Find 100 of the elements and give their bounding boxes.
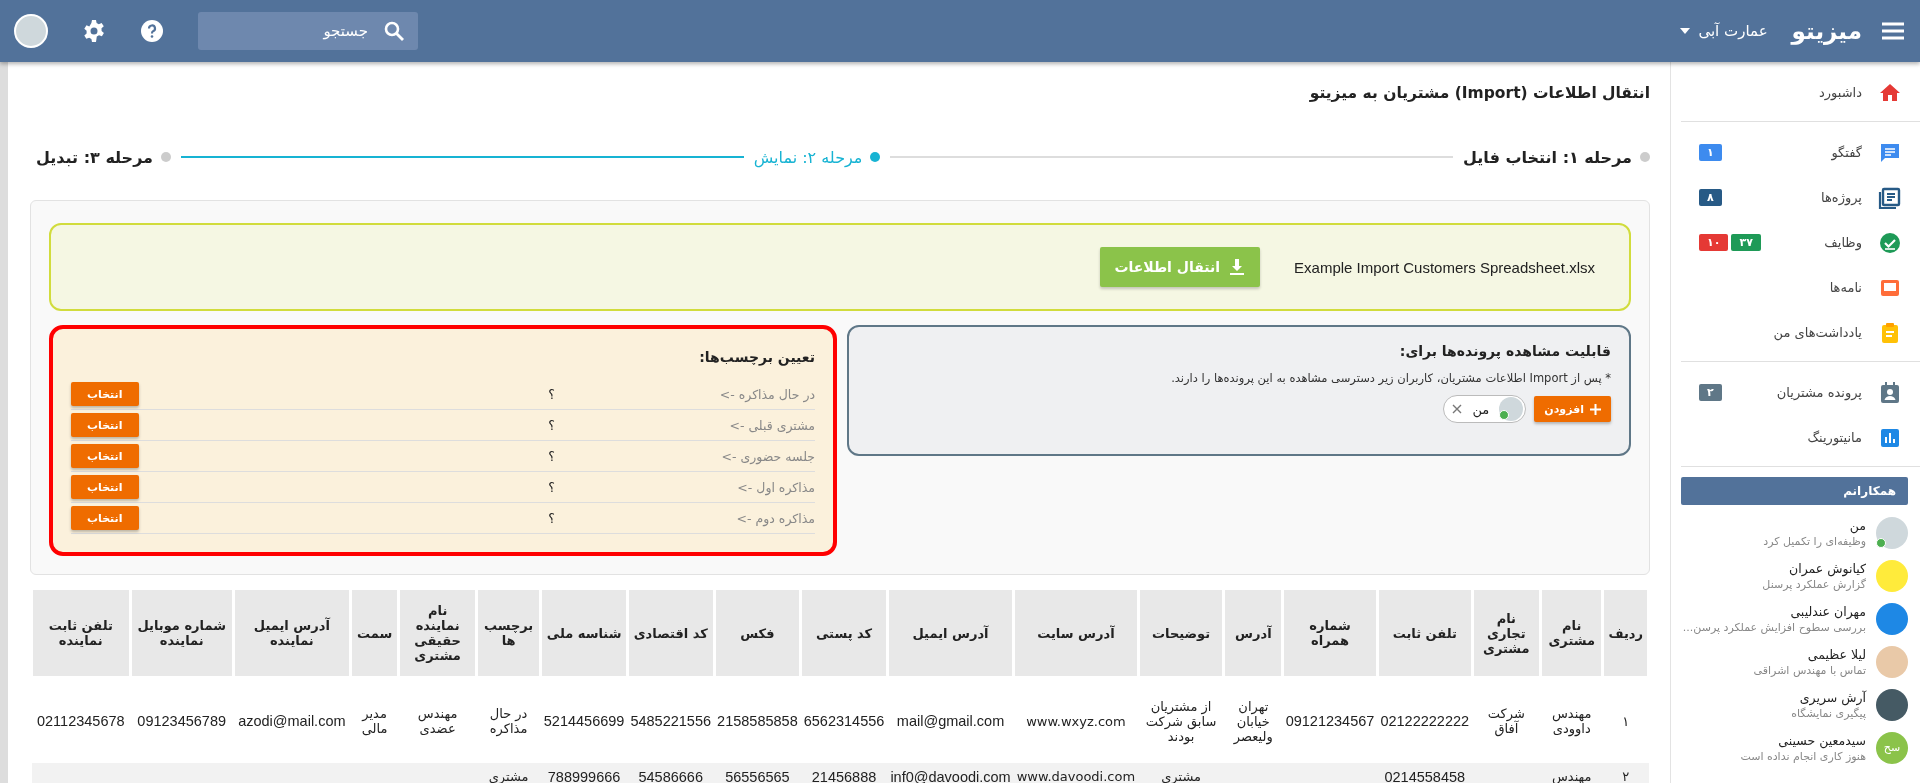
panel-title: تعیین برچسب‌ها:: [698, 349, 815, 365]
count-badge: ۳۷: [1731, 234, 1761, 251]
avatar: [1876, 645, 1908, 678]
user-chip[interactable]: من: [1443, 395, 1527, 423]
count-badge: ۲: [1699, 384, 1722, 401]
column-header: فکس: [714, 588, 801, 678]
table-cell: 02112345678: [36, 713, 125, 729]
avatar: [1876, 559, 1908, 592]
count-badge: ۱: [1699, 144, 1722, 161]
organization-dropdown[interactable]: عمارت آبی: [1674, 21, 1774, 41]
tag-value: ؟: [547, 417, 555, 433]
tag-value: ؟: [547, 448, 555, 464]
table-cell: مهندس داوودی: [1551, 706, 1592, 736]
colleague-item[interactable]: من وظیفه‌ای را تکمیل کرد: [1671, 511, 1920, 554]
column-header: تلفن ثابت نماینده: [31, 588, 131, 678]
settings-icon[interactable]: [82, 19, 106, 43]
column-header: آدرس سایت: [1013, 588, 1139, 678]
tag-label: مذاکره اول ->: [736, 479, 815, 495]
column-header: کد پستی: [800, 588, 888, 678]
table-cell: تهران خیابان ولیعصر: [1233, 698, 1273, 744]
sidebar-item[interactable]: وظایف ۳۷ ۱۰: [1693, 220, 1908, 265]
wizard-step: مرحله ۳: تبدیل: [36, 147, 171, 167]
section-header: همکارانم: [1681, 477, 1908, 505]
tag-label: در حال مذاکره ->: [718, 386, 815, 402]
download-icon: [1228, 258, 1247, 276]
table-cell: 09123456789: [137, 713, 227, 729]
menu-icon[interactable]: [1880, 20, 1906, 42]
table-cell: شرکت آفاق: [1487, 706, 1525, 736]
app-logo[interactable]: میزیتو: [1791, 18, 1862, 44]
table-cell: از مشتریان سابق شرکت بودند: [1145, 698, 1217, 744]
sidebar-item[interactable]: یادداشت‌های من: [1693, 310, 1908, 355]
table-cell: 5485221556: [630, 713, 712, 729]
sidebar-item[interactable]: گفتگو ۱: [1693, 130, 1908, 175]
sidebar-item[interactable]: پروژه‌ها ۸: [1693, 175, 1908, 220]
page-title: انتقال اطلاعات (Import) مشتریان به میزیتو: [1308, 83, 1650, 104]
table-cell: 788999666: [547, 769, 621, 783]
table-cell: 56556565: [725, 769, 790, 783]
table-cell: ۲: [1622, 769, 1630, 783]
column-header: سمت: [350, 588, 399, 678]
panel-note: * پس از Import اطلاعات مشتریان، کاربران زیر دسترسی مشاهده به این پرونده‌ها را دارند.: [1170, 371, 1611, 385]
tag-value: ؟: [547, 386, 555, 402]
column-header: ردیف: [1602, 588, 1649, 678]
plus-icon: [1590, 403, 1601, 415]
file-name: Example Import Customers Spreadsheet.xlsx: [1294, 258, 1595, 276]
table-cell: 54586666: [638, 769, 703, 783]
column-header: آدرس: [1224, 588, 1283, 678]
table-cell: مدیر مالی: [361, 706, 388, 736]
column-header: کد اقتصادی: [627, 588, 715, 678]
table-cell: 5214456699: [543, 713, 625, 729]
sidebar-item[interactable]: داشبورد: [1693, 70, 1908, 115]
wizard-step: مرحله ۲: نمایش: [753, 147, 881, 167]
avatar: [1876, 688, 1908, 721]
nav-icon: [1878, 380, 1902, 405]
tag-label: مشتری قبلی ->: [728, 417, 815, 433]
table-cell: 02122222222: [1380, 713, 1470, 729]
avatar: [1876, 602, 1908, 635]
column-header: آدرس ایمیل: [887, 588, 1014, 678]
tag-label: جلسه حضوری ->: [720, 448, 815, 464]
column-header: نام مشتری: [1540, 588, 1603, 678]
sidebar-item[interactable]: نامه‌ها: [1693, 265, 1908, 310]
column-header: شماره موبایل نماینده: [130, 588, 234, 678]
column-header: توضیحات: [1138, 588, 1224, 678]
nav-icon: [1878, 185, 1902, 210]
table-cell: مهندس عضدی: [417, 706, 458, 736]
column-header: نام تجاری مشتری: [1472, 588, 1541, 678]
table-cell: 21456888: [811, 769, 877, 783]
tag-label: مذاکره دوم ->: [735, 510, 815, 526]
caret-icon: [1680, 28, 1691, 34]
nav-icon: [1878, 230, 1902, 255]
tag-value: ؟: [547, 510, 555, 526]
sidebar-item[interactable]: مانیتورینگ: [1693, 415, 1908, 460]
table-cell: 6562314556: [803, 713, 885, 729]
avatar: سح: [1876, 731, 1908, 764]
column-header: آدرس ایمیل نماینده: [233, 588, 351, 678]
column-header: شناسه ملی: [540, 588, 628, 678]
colleague-item[interactable]: سح سیدمعین حسینی هنوز کاری انجام نداده است: [1671, 726, 1920, 769]
sidebar-item[interactable]: پرونده مشتریان ۲: [1693, 370, 1908, 415]
column-header: تلفن ثابت: [1377, 588, 1473, 678]
table-cell: در حال مذاکره: [489, 706, 528, 736]
count-badge: ۱۰: [1699, 234, 1729, 251]
table-cell: 2158585858: [717, 713, 798, 729]
table-cell: www.davoodi.com: [1016, 769, 1136, 783]
table-cell: ۱: [1622, 713, 1630, 729]
column-header: نام نماینده حقیقی مشتری: [398, 588, 477, 678]
table-cell: 0214558458: [1384, 769, 1466, 783]
colleague-item[interactable]: مهران عندلیبی بررسی سطوح افزایش عملکرد پرسن...: [1671, 597, 1920, 640]
colleague-item[interactable]: لیلا عظیمی تماس با مهندس اشراقی: [1671, 640, 1920, 683]
close-icon[interactable]: [1452, 404, 1463, 414]
table-cell: mail@gmail.com: [896, 713, 1005, 729]
help-icon[interactable]: [140, 19, 164, 43]
table-cell: azodi@mail.com: [238, 713, 346, 729]
tag-value: ؟: [547, 479, 555, 495]
user-avatar[interactable]: [14, 14, 48, 48]
colleague-item[interactable]: آرش سریری پیگیری نمایشگاه: [1671, 683, 1920, 726]
colleague-item[interactable]: کیانوش عمران گزارش عملکرد پرسنل: [1671, 554, 1920, 597]
search-field[interactable]: جستجو: [198, 12, 418, 50]
count-badge: ۸: [1699, 189, 1722, 206]
panel-title: قابلیت مشاهده پرونده‌ها برای:: [1398, 343, 1611, 359]
column-header: شماره همراه: [1282, 588, 1378, 678]
table-cell: www.wxyz.com: [1026, 713, 1126, 729]
